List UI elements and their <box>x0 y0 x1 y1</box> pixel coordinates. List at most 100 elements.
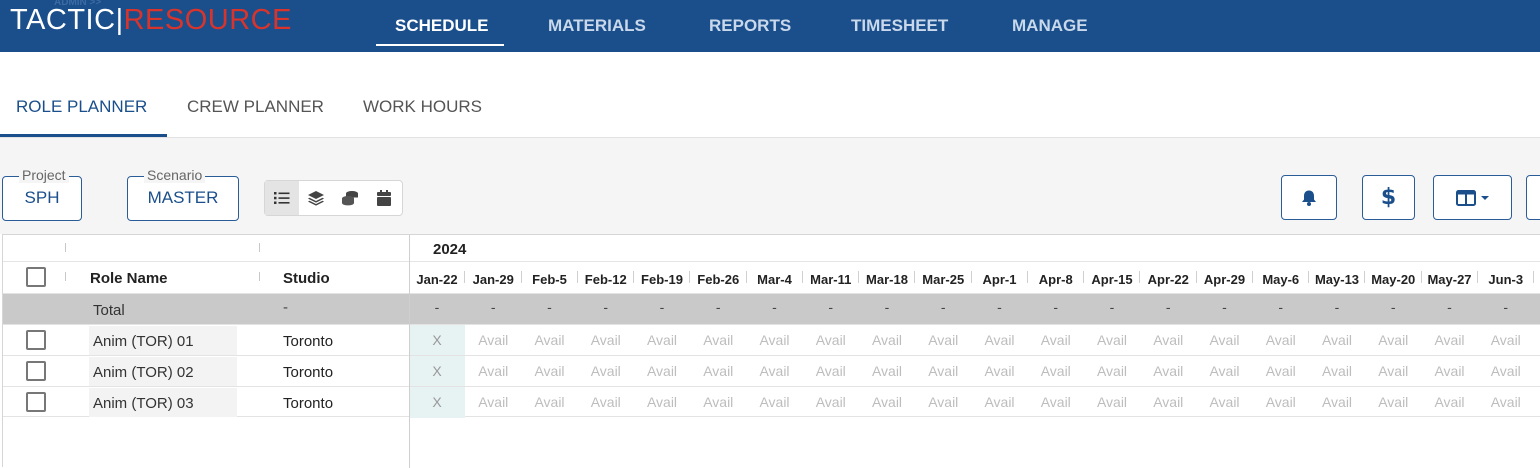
avail-cell[interactable]: Avail <box>1253 332 1309 348</box>
avail-cell[interactable]: Avail <box>1309 394 1365 410</box>
total-cell[interactable]: - <box>1140 299 1196 315</box>
role-name-cell[interactable]: Anim (TOR) 02 <box>89 357 237 386</box>
total-cell[interactable]: - <box>634 299 690 315</box>
total-cell[interactable]: - <box>1478 299 1534 315</box>
avail-cell[interactable]: Avail <box>690 363 746 379</box>
avail-cell[interactable]: Avail <box>1140 394 1196 410</box>
total-cell[interactable]: - <box>747 299 803 315</box>
avail-cell[interactable]: Avail <box>1365 332 1421 348</box>
more-toolbar-button[interactable] <box>1526 175 1540 220</box>
avail-cell[interactable]: Avail <box>522 394 578 410</box>
column-resizer[interactable] <box>65 243 66 252</box>
role-name-header[interactable]: Role Name <box>90 270 168 287</box>
avail-cell[interactable]: Avail <box>578 332 634 348</box>
total-cell[interactable]: - <box>972 299 1028 315</box>
total-cell[interactable]: - <box>1028 299 1084 315</box>
avail-cell[interactable]: Avail <box>522 332 578 348</box>
avail-cell[interactable]: Avail <box>1140 363 1196 379</box>
avail-cell[interactable]: Avail <box>915 394 971 410</box>
calendar-view-button[interactable] <box>367 181 401 215</box>
avail-cell[interactable]: Avail <box>1140 332 1196 348</box>
avail-cell[interactable]: Avail <box>1422 394 1478 410</box>
app-logo[interactable]: TACTIC|RESOURCE <box>10 3 292 37</box>
total-cell[interactable]: - <box>578 299 634 315</box>
nav-manage[interactable]: MANAGE <box>1012 16 1088 36</box>
avail-cell[interactable]: Avail <box>859 332 915 348</box>
avail-cell[interactable]: Avail <box>803 363 859 379</box>
project-select[interactable]: Project SPH <box>2 167 82 221</box>
avail-cell[interactable]: Avail <box>803 332 859 348</box>
avail-cell[interactable]: Avail <box>634 332 690 348</box>
studio-header[interactable]: Studio <box>283 270 330 287</box>
avail-cell[interactable]: Avail <box>972 363 1028 379</box>
role-name-cell[interactable]: Anim (TOR) 03 <box>89 388 237 417</box>
avail-cell[interactable]: Avail <box>747 363 803 379</box>
avail-cell[interactable]: Avail <box>578 363 634 379</box>
avail-cell[interactable]: Avail <box>634 394 690 410</box>
tab-work-hours[interactable]: WORK HOURS <box>363 97 482 117</box>
avail-cell[interactable]: Avail <box>1478 363 1534 379</box>
total-cell[interactable]: - <box>1084 299 1140 315</box>
total-cell[interactable]: - <box>690 299 746 315</box>
column-resizer[interactable] <box>259 243 260 252</box>
row-checkbox[interactable] <box>26 361 46 381</box>
total-cell[interactable]: - <box>1309 299 1365 315</box>
table-row[interactable]: Anim (TOR) 01 Toronto X Avail Avail Avail Av… <box>3 324 1540 356</box>
total-cell[interactable]: - <box>1422 299 1478 315</box>
avail-cell[interactable]: Avail <box>1309 332 1365 348</box>
avail-cell[interactable]: Avail <box>465 332 521 348</box>
total-cell[interactable]: - <box>803 299 859 315</box>
avail-cell[interactable]: Avail <box>803 394 859 410</box>
nav-timesheet[interactable]: TIMESHEET <box>851 16 948 36</box>
booked-cell[interactable]: X <box>409 332 465 348</box>
avail-cell[interactable]: Avail <box>465 363 521 379</box>
avail-cell[interactable]: Avail <box>1422 332 1478 348</box>
notifications-button[interactable] <box>1281 175 1337 220</box>
tab-role-planner[interactable]: ROLE PLANNER <box>16 97 147 117</box>
avail-cell[interactable]: Avail <box>747 332 803 348</box>
avail-cell[interactable]: Avail <box>859 363 915 379</box>
avail-cell[interactable]: Avail <box>1028 363 1084 379</box>
avail-cell[interactable]: Avail <box>578 394 634 410</box>
avail-cell[interactable]: Avail <box>1309 363 1365 379</box>
total-cell[interactable]: - <box>915 299 971 315</box>
avail-cell[interactable]: Avail <box>1253 394 1309 410</box>
avail-cell[interactable]: Avail <box>690 394 746 410</box>
avail-cell[interactable]: Avail <box>1028 394 1084 410</box>
layers-view-button[interactable] <box>299 181 333 215</box>
avail-cell[interactable]: Avail <box>972 332 1028 348</box>
nav-schedule[interactable]: SCHEDULE <box>395 16 489 36</box>
avail-cell[interactable]: Avail <box>915 332 971 348</box>
avail-cell[interactable]: Avail <box>1028 332 1084 348</box>
avail-cell[interactable]: Avail <box>972 394 1028 410</box>
scenario-select[interactable]: Scenario MASTER <box>127 167 239 221</box>
avail-cell[interactable]: Avail <box>915 363 971 379</box>
role-name-cell[interactable]: Anim (TOR) 01 <box>89 326 237 355</box>
avail-cell[interactable]: Avail <box>1422 363 1478 379</box>
select-all-checkbox[interactable] <box>26 267 46 287</box>
avail-cell[interactable]: Avail <box>1478 394 1534 410</box>
avail-cell[interactable]: Avail <box>1084 332 1140 348</box>
total-cell[interactable]: - <box>1365 299 1421 315</box>
avail-cell[interactable]: Avail <box>634 363 690 379</box>
total-cell[interactable]: - <box>859 299 915 315</box>
avail-cell[interactable]: Avail <box>1084 394 1140 410</box>
nav-materials[interactable]: MATERIALS <box>548 16 646 36</box>
cost-button[interactable]: $ <box>1362 175 1415 220</box>
total-cell[interactable]: - <box>522 299 578 315</box>
column-resizer[interactable] <box>65 272 66 281</box>
nav-reports[interactable]: REPORTS <box>709 16 791 36</box>
total-cell[interactable]: - <box>1197 299 1253 315</box>
avail-cell[interactable]: Avail <box>859 394 915 410</box>
row-checkbox[interactable] <box>26 330 46 350</box>
table-row[interactable]: Anim (TOR) 02 Toronto X Avail Avail Avail Av… <box>3 355 1540 387</box>
tab-crew-planner[interactable]: CREW PLANNER <box>187 97 324 117</box>
row-checkbox[interactable] <box>26 392 46 412</box>
column-resizer[interactable] <box>259 272 260 281</box>
avail-cell[interactable]: Avail <box>1365 363 1421 379</box>
cost-view-button[interactable] <box>333 181 367 215</box>
avail-cell[interactable]: Avail <box>1197 394 1253 410</box>
table-row[interactable]: Anim (TOR) 03 Toronto X Avail Avail Avail Av… <box>3 386 1540 418</box>
columns-dropdown-button[interactable] <box>1433 175 1512 220</box>
total-cell[interactable]: - <box>465 299 521 315</box>
